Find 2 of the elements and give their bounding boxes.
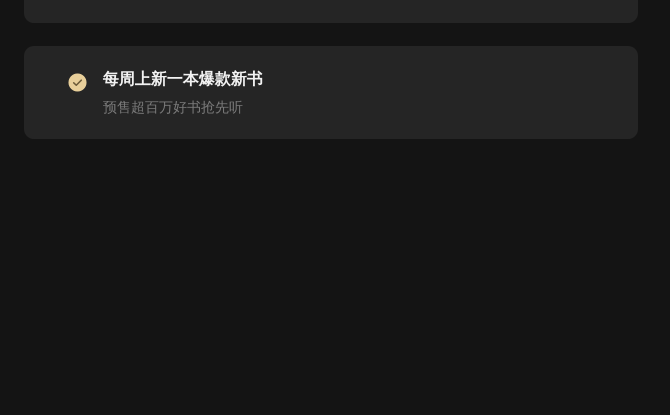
benefit-title: 每周上新一本爆款新书 xyxy=(103,70,263,90)
benefit-subtitle: 预售超百万好书抢先听 xyxy=(103,98,243,116)
